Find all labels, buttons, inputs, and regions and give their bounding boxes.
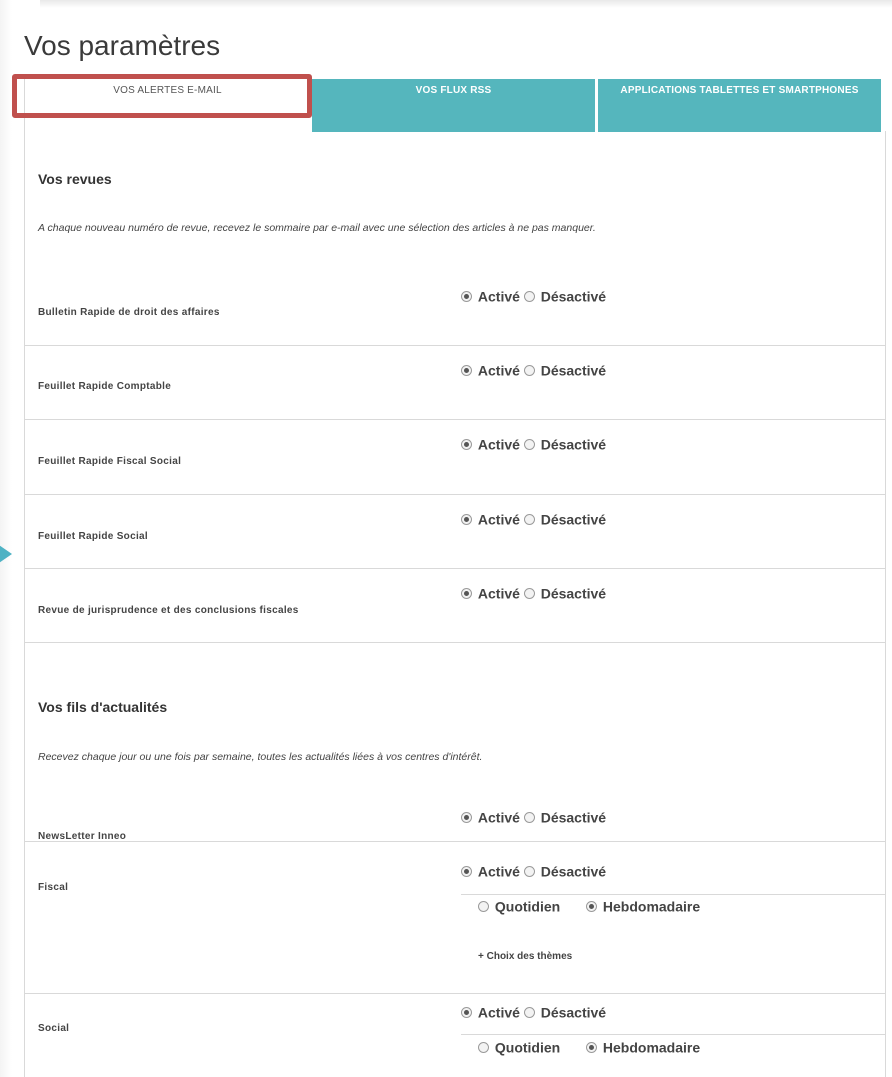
review-label: Feuillet Rapide Comptable (38, 381, 172, 392)
frequency-toggle: Quotidien Hebdomadaire (478, 1038, 700, 1055)
row-divider (24, 345, 886, 346)
review-label: Revue de jurisprudence et des conclusion… (38, 605, 299, 616)
row-divider (24, 993, 886, 994)
radio-inactive[interactable] (523, 587, 535, 599)
radio-inactive-label: Désactivé (540, 362, 607, 379)
review-toggle: Activé Désactivé (461, 584, 606, 601)
frequency-toggle: Quotidien Hebdomadaire (478, 897, 700, 914)
news-title: Vos fils d'actualités (38, 699, 168, 715)
radio-active[interactable] (461, 1006, 472, 1018)
radio-inactive[interactable] (523, 811, 535, 823)
review-label: Feuillet Rapide Fiscal Social (38, 456, 182, 467)
radio-daily-label: Quotidien (494, 1039, 561, 1056)
tab-rss-feeds[interactable]: VOS FLUX RSS (312, 79, 595, 132)
radio-inactive[interactable] (523, 438, 535, 450)
radio-inactive[interactable] (523, 513, 535, 525)
radio-weekly-label: Hebdomadaire (602, 1039, 701, 1056)
radio-inactive-label: Désactivé (540, 1004, 607, 1021)
page-title: Vos paramètres (24, 30, 221, 61)
radio-active-label: Activé (477, 585, 520, 602)
review-toggle: Activé Désactivé (461, 510, 606, 527)
news-label: Social (38, 1023, 70, 1034)
news-description: Recevez chaque jour ou une fois par sema… (38, 751, 483, 763)
highlight-box (12, 74, 312, 118)
radio-inactive-label: Désactivé (540, 436, 607, 453)
settings-panel (24, 131, 886, 1077)
news-label: Fiscal (38, 882, 69, 893)
radio-active-label: Activé (477, 511, 520, 528)
review-toggle: Activé Désactivé (461, 287, 606, 304)
radio-daily[interactable] (478, 1041, 489, 1053)
radio-active[interactable] (461, 811, 472, 823)
radio-daily[interactable] (478, 900, 489, 912)
news-toggle: Activé Désactivé (461, 1003, 606, 1020)
row-divider (24, 568, 886, 569)
row-divider (24, 841, 886, 842)
radio-active[interactable] (461, 587, 472, 599)
radio-daily-label: Quotidien (494, 898, 561, 915)
review-label: Feuillet Rapide Social (38, 531, 148, 542)
radio-active-label: Activé (477, 863, 520, 880)
radio-inactive[interactable] (523, 290, 535, 302)
radio-active-label: Activé (477, 1004, 520, 1021)
radio-active[interactable] (461, 364, 472, 376)
tab-apps[interactable]: APPLICATIONS TABLETTES ET SMARTPHONES (598, 79, 881, 132)
radio-inactive-label: Désactivé (540, 288, 607, 305)
sub-divider (461, 1034, 886, 1035)
radio-inactive-label: Désactivé (540, 863, 607, 880)
radio-inactive-label: Désactivé (540, 809, 607, 826)
arrow-pointer-icon (0, 530, 16, 578)
radio-active[interactable] (461, 438, 472, 450)
radio-inactive[interactable] (523, 364, 535, 376)
radio-active-label: Activé (477, 362, 520, 379)
radio-inactive[interactable] (523, 1006, 535, 1018)
radio-active-label: Activé (477, 288, 520, 305)
radio-weekly[interactable] (586, 1041, 597, 1053)
review-toggle: Activé Désactivé (461, 435, 606, 452)
reviews-description: A chaque nouveau numéro de revue, receve… (38, 222, 596, 234)
radio-active-label: Activé (477, 436, 520, 453)
themes-choice-link[interactable]: + Choix des thèmes (478, 951, 572, 962)
sub-divider (461, 894, 886, 895)
radio-inactive-label: Désactivé (540, 585, 607, 602)
radio-active-label: Activé (477, 809, 520, 826)
radio-active[interactable] (461, 865, 472, 877)
news-toggle: Activé Désactivé (461, 808, 606, 825)
radio-inactive-label: Désactivé (540, 511, 607, 528)
section-divider (24, 642, 886, 643)
radio-active[interactable] (461, 513, 472, 525)
reviews-title: Vos revues (38, 171, 112, 187)
radio-weekly-label: Hebdomadaire (602, 898, 701, 915)
review-toggle: Activé Désactivé (461, 361, 606, 378)
row-divider (24, 419, 886, 420)
radio-weekly[interactable] (586, 900, 597, 912)
row-divider (24, 494, 886, 495)
top-shadow (40, 0, 892, 8)
radio-active[interactable] (461, 290, 472, 302)
radio-inactive[interactable] (523, 865, 535, 877)
review-label: Bulletin Rapide de droit des affaires (38, 307, 220, 318)
news-toggle: Activé Désactivé (461, 862, 606, 879)
